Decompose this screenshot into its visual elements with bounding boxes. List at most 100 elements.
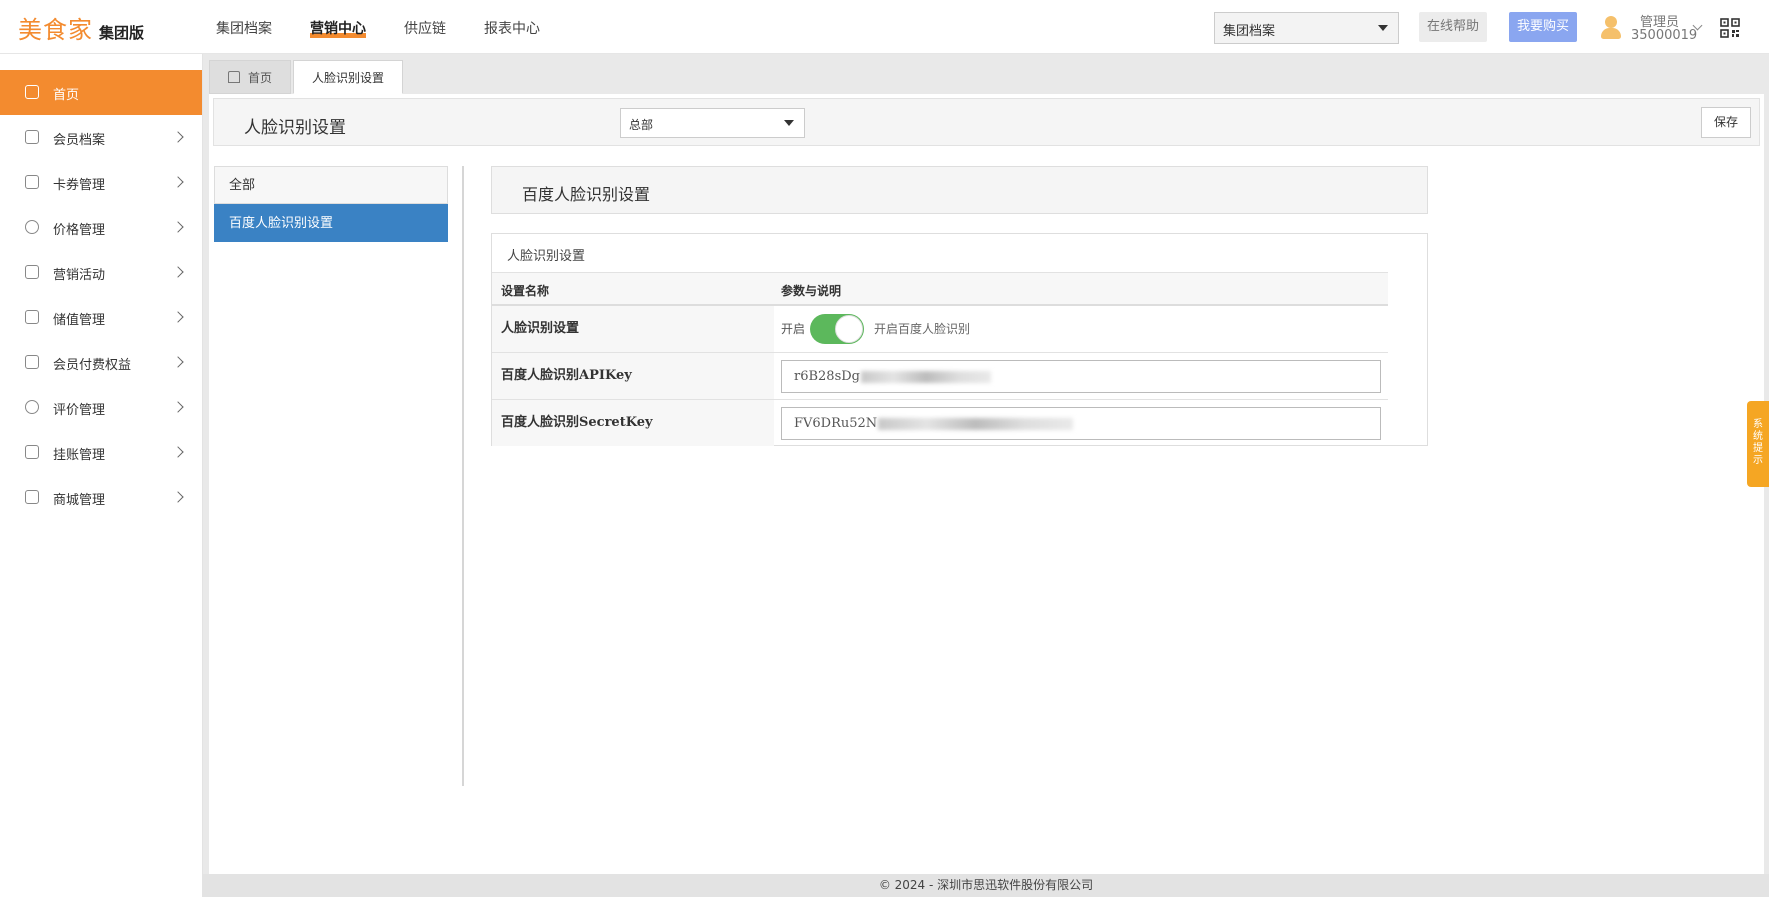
setting-name: 百度人脸识别SecretKey <box>492 400 774 446</box>
sidebar-item-mall[interactable]: 商城管理 <box>0 475 202 520</box>
column-header-param: 参数与说明 <box>781 284 842 298</box>
topnav-archive[interactable]: 集团档案 <box>216 18 272 38</box>
archive-select-value: 集团档案 <box>1223 24 1276 39</box>
sidebar-item-coupons[interactable]: 卡券管理 <box>0 160 202 205</box>
page-header: 人脸识别设置 总部 保存 <box>213 98 1760 146</box>
archive-select[interactable]: 集团档案 <box>1214 12 1399 44</box>
sidebar-item-marketing[interactable]: 营销活动 <box>0 250 202 295</box>
setting-name: 人脸识别设置 <box>492 306 774 352</box>
category-item-all[interactable]: 全部 <box>214 166 448 204</box>
chevron-right-icon <box>172 221 184 233</box>
setting-value: r6B28sDg <box>774 353 1388 399</box>
topnav-supply-chain[interactable]: 供应链 <box>404 18 446 38</box>
crown-icon <box>25 130 39 144</box>
content-area: 首页 人脸识别设置 人脸识别设置 总部 保存 全部 百度人脸识别设置 百度人脸识… <box>203 54 1769 897</box>
toggle-description: 开启百度人脸识别 <box>874 322 971 336</box>
wallet-icon <box>25 310 39 324</box>
sidebar-item-label: 会员付费权益 <box>53 358 132 373</box>
user-avatar-icon[interactable] <box>1600 16 1622 40</box>
brand-logo[interactable]: 美食家 集团版 <box>18 10 144 45</box>
column-header-name: 设置名称 <box>501 284 550 298</box>
tab-label: 首页 <box>248 71 273 85</box>
table-header: 设置名称 参数与说明 <box>492 272 1388 306</box>
page-tabs: 首页 人脸识别设置 <box>209 60 405 94</box>
chevron-right-icon <box>172 491 184 503</box>
footer: © 2024 - 深圳市思迅软件股份有限公司 <box>203 874 1769 897</box>
table-row: 百度人脸识别SecretKey FV6DRu52N <box>492 400 1388 447</box>
tab-label: 人脸识别设置 <box>312 71 385 85</box>
system-notice-tab[interactable]: 系统提示 <box>1747 401 1769 487</box>
toggle-state-label: 开启 <box>781 322 806 336</box>
top-nav: 集团档案 营销中心 供应链 报表中心 <box>216 18 578 38</box>
chevron-right-icon <box>172 446 184 458</box>
setting-name: 百度人脸识别APIKey <box>492 353 774 399</box>
page-title: 人脸识别设置 <box>244 118 346 138</box>
chevron-right-icon <box>172 131 184 143</box>
logo-text: 美食家 <box>18 16 93 44</box>
topnav-marketing[interactable]: 营销中心 <box>310 18 366 38</box>
main-panel: 人脸识别设置 总部 保存 全部 百度人脸识别设置 百度人脸识别设置 人脸识别设置… <box>209 94 1764 876</box>
face-recognition-toggle[interactable] <box>810 314 864 344</box>
home-icon <box>228 71 240 83</box>
redacted-text <box>861 370 991 383</box>
redacted-text <box>878 417 1074 430</box>
qr-code-icon[interactable] <box>1720 18 1740 38</box>
sidebar-item-member-archive[interactable]: 会员档案 <box>0 115 202 160</box>
sidebar-item-label: 商城管理 <box>53 493 106 508</box>
sidebar-item-stored-value[interactable]: 储值管理 <box>0 295 202 340</box>
sidebar-item-reviews[interactable]: 评价管理 <box>0 385 202 430</box>
table-row: 人脸识别设置 开启 开启百度人脸识别 <box>492 306 1388 353</box>
badge-icon <box>25 355 39 369</box>
section-title: 百度人脸识别设置 <box>522 185 651 204</box>
chevron-right-icon <box>172 401 184 413</box>
store-select[interactable]: 总部 <box>620 108 805 138</box>
sidebar-item-label: 首页 <box>53 88 80 103</box>
caret-down-icon <box>1378 25 1388 31</box>
chevron-right-icon <box>172 266 184 278</box>
store-icon <box>25 490 39 504</box>
sidebar-item-label: 评价管理 <box>53 403 106 418</box>
table-caption: 人脸识别设置 <box>507 249 586 264</box>
secret-key-value: FV6DRu52N <box>794 416 878 431</box>
tab-face-recognition[interactable]: 人脸识别设置 <box>293 60 404 94</box>
comment-icon <box>25 400 39 414</box>
buy-button[interactable]: 我要购买 <box>1509 12 1577 42</box>
sidebar: 首页 会员档案 卡券管理 价格管理 营销活动 储值管理 会员付费权益 评价管理 … <box>0 54 203 897</box>
sidebar-item-label: 会员档案 <box>53 133 106 148</box>
sidebar-item-credit-account[interactable]: 挂账管理 <box>0 430 202 475</box>
edition-label: 集团版 <box>99 24 145 42</box>
topnav-reports[interactable]: 报表中心 <box>484 18 540 38</box>
secret-key-input[interactable]: FV6DRu52N <box>781 407 1381 440</box>
chart-icon <box>25 265 39 279</box>
setting-value: 开启 开启百度人脸识别 <box>774 306 1388 352</box>
price-icon <box>25 220 39 234</box>
sidebar-item-label: 价格管理 <box>53 223 106 238</box>
table-row: 百度人脸识别APIKey r6B28sDg <box>492 353 1388 400</box>
sidebar-item-home[interactable]: 首页 <box>0 70 202 115</box>
chevron-right-icon <box>172 311 184 323</box>
category-item-baidu-face[interactable]: 百度人脸识别设置 <box>214 204 448 242</box>
ledger-icon <box>25 445 39 459</box>
sidebar-item-label: 营销活动 <box>53 268 106 283</box>
online-help-button[interactable]: 在线帮助 <box>1419 12 1487 42</box>
category-list: 全部 百度人脸识别设置 <box>214 166 448 242</box>
top-bar: 美食家 集团版 集团档案 营销中心 供应链 报表中心 集团档案 在线帮助 我要购… <box>0 0 1769 54</box>
settings-table: 人脸识别设置 设置名称 参数与说明 人脸识别设置 开启 开启百度人脸识别 百度人… <box>491 233 1428 446</box>
tab-home[interactable]: 首页 <box>209 60 292 94</box>
sidebar-item-label: 储值管理 <box>53 313 106 328</box>
sidebar-item-label: 挂账管理 <box>53 448 106 463</box>
divider <box>462 166 464 786</box>
caret-down-icon <box>784 120 794 126</box>
sidebar-item-paid-benefits[interactable]: 会员付费权益 <box>0 340 202 385</box>
section-header: 百度人脸识别设置 <box>491 166 1428 214</box>
chevron-right-icon <box>172 356 184 368</box>
api-key-value: r6B28sDg <box>794 369 860 384</box>
user-id[interactable]: 35000019 <box>1631 28 1697 43</box>
coupon-icon <box>25 175 39 189</box>
store-select-value: 总部 <box>629 118 654 132</box>
home-icon <box>25 85 39 99</box>
api-key-input[interactable]: r6B28sDg <box>781 360 1381 393</box>
sidebar-item-label: 卡券管理 <box>53 178 106 193</box>
sidebar-item-price[interactable]: 价格管理 <box>0 205 202 250</box>
save-button[interactable]: 保存 <box>1701 107 1751 138</box>
